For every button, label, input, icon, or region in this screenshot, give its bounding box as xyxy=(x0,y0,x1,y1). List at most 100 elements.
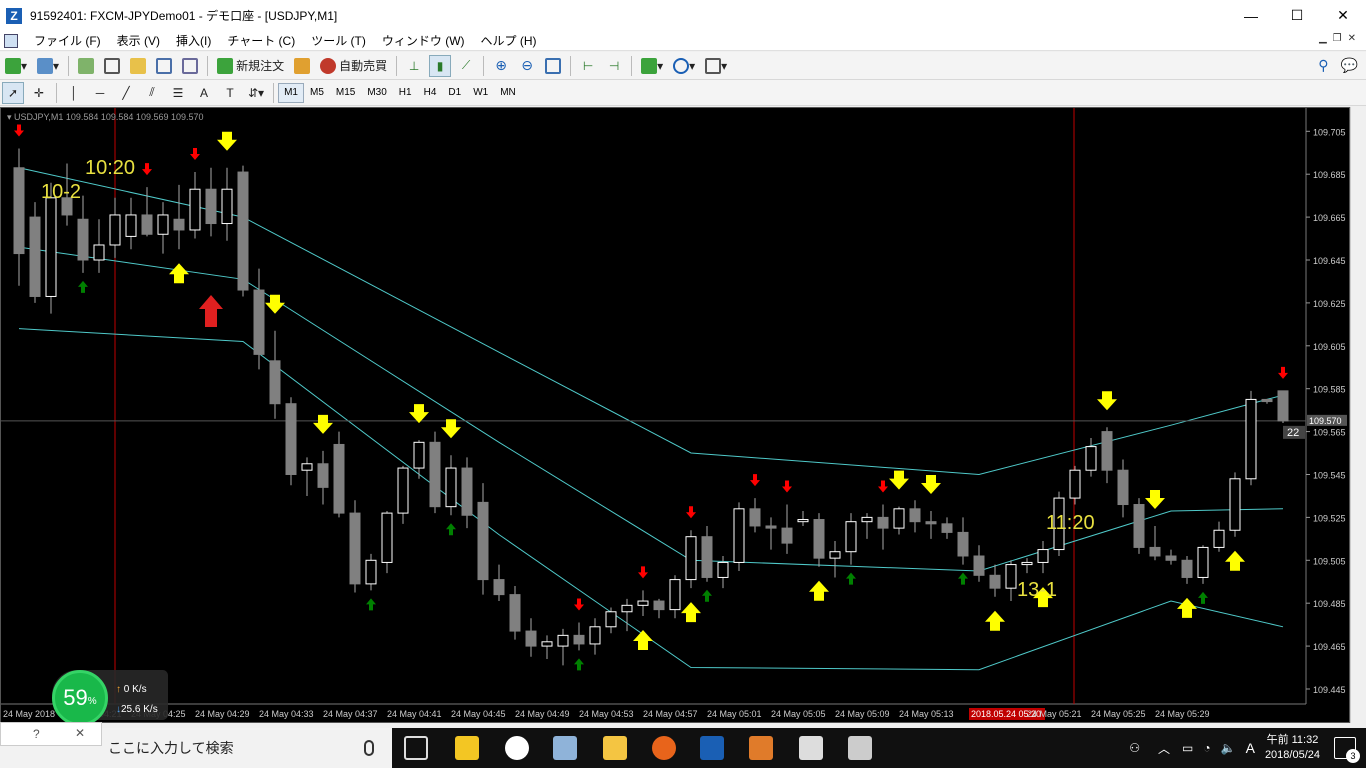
auto-trading-button[interactable]: 自動売買 xyxy=(317,55,390,77)
market-watch-button[interactable] xyxy=(75,55,97,77)
wifi-icon[interactable]: ◔ xyxy=(1203,741,1210,755)
menu-help[interactable]: ヘルプ (H) xyxy=(473,32,545,49)
candle-body xyxy=(893,508,905,529)
indicators-button[interactable]: ▾ xyxy=(638,55,666,77)
calculator-icon[interactable] xyxy=(848,736,872,760)
bar-chart-button[interactable]: ⊥ xyxy=(403,55,425,77)
menu-tools[interactable]: ツール (T) xyxy=(303,32,374,49)
menu-window[interactable]: ウィンドウ (W) xyxy=(374,32,473,49)
store-icon[interactable] xyxy=(455,736,479,760)
equidistant-channel-button[interactable]: ⫽ xyxy=(141,82,163,104)
close-button[interactable]: ✕ xyxy=(1320,0,1366,31)
terminal-button[interactable] xyxy=(153,55,175,77)
timeframe-w1[interactable]: W1 xyxy=(467,83,494,103)
timeframe-d1[interactable]: D1 xyxy=(442,83,467,103)
system-clock[interactable]: 午前 11:32 2018/05/24 xyxy=(1265,733,1320,763)
candle-body xyxy=(845,521,857,553)
auto-scroll-button[interactable]: ⊢ xyxy=(577,55,599,77)
notification-center-icon[interactable]: 3 xyxy=(1334,737,1360,763)
timeframe-h1[interactable]: H1 xyxy=(393,83,418,103)
cursor-button[interactable]: ➚ xyxy=(2,81,24,104)
vertical-line-button[interactable]: │ xyxy=(63,82,85,104)
horizontal-line-button[interactable]: ─ xyxy=(89,82,111,104)
timeframe-m15[interactable]: M15 xyxy=(330,83,361,103)
fibonacci-button[interactable]: ☰ xyxy=(167,82,189,104)
menu-file[interactable]: ファイル (F) xyxy=(26,32,109,49)
candle-body xyxy=(733,508,745,563)
text-label-button[interactable]: T xyxy=(219,82,241,104)
zoom-in-button[interactable]: ⊕ xyxy=(490,55,512,77)
chart-window-icon[interactable] xyxy=(4,33,18,48)
market-watch-icon xyxy=(78,57,95,74)
minimize-button[interactable]: — xyxy=(1228,0,1274,31)
menu-insert[interactable]: 挿入(I) xyxy=(168,32,219,49)
menu-chart[interactable]: チャート (C) xyxy=(219,32,303,49)
paint-icon[interactable] xyxy=(553,736,577,760)
templates-icon xyxy=(705,57,722,74)
candle-body xyxy=(829,551,841,559)
people-icon[interactable]: ⚇ xyxy=(1129,741,1140,755)
standard-toolbar: ▾ ▾ 新規注文 自動売買 ⊥ ▮ ⟋ ⊕ ⊖ ⊢ ⊣ ▾ ▾ ▾ ⚲ 💬 xyxy=(0,52,1366,80)
tile-windows-button[interactable] xyxy=(542,55,564,77)
navigator-button[interactable] xyxy=(101,55,123,77)
menu-view[interactable]: 表示 (V) xyxy=(109,32,168,49)
maximize-button[interactable]: ☐ xyxy=(1274,0,1320,31)
zoom-out-button[interactable]: ⊖ xyxy=(516,55,538,77)
new-order-button[interactable]: 新規注文 xyxy=(214,55,287,77)
mdi-close-icon[interactable]: ✕ xyxy=(1348,33,1356,44)
mdi-minimize-icon[interactable]: ▁ xyxy=(1319,33,1327,44)
ime-indicator[interactable]: A xyxy=(1246,740,1255,756)
candle-body xyxy=(205,188,217,225)
chart-annotation-text: 13-1 xyxy=(1017,579,1057,601)
chart-canvas[interactable]: 109.705 109.685 109.665 109.645 109.625 109.6… xyxy=(1,108,1349,722)
net-usage-circle[interactable]: 59% xyxy=(52,670,108,726)
arrows-button[interactable]: ⇵▾ xyxy=(245,82,267,104)
periods-button[interactable]: ▾ xyxy=(670,55,698,77)
calendar-icon[interactable] xyxy=(799,736,823,760)
timeframe-m30[interactable]: M30 xyxy=(361,83,392,103)
close-icon[interactable]: ✕ xyxy=(75,726,85,740)
crosshair-button[interactable]: ✛ xyxy=(28,82,50,104)
text-button[interactable]: A xyxy=(193,82,215,104)
volume-icon[interactable]: 🔈 xyxy=(1221,741,1236,755)
templates-button[interactable]: ▾ xyxy=(702,55,730,77)
timeframe-mn[interactable]: MN xyxy=(494,83,522,103)
chat-icon[interactable]: 💬 xyxy=(1341,57,1358,74)
new-chart-button[interactable]: ▾ xyxy=(2,55,30,77)
task-view-icon[interactable] xyxy=(404,736,428,760)
mdi-restore-icon[interactable]: ❐ xyxy=(1333,33,1342,44)
metaeditor-button[interactable] xyxy=(291,55,313,77)
line-chart-button[interactable]: ⟋ xyxy=(455,55,477,77)
price-chart[interactable]: 109.705 109.685 109.665 109.645 109.625 109.6… xyxy=(0,107,1350,723)
weather-icon[interactable] xyxy=(505,736,529,760)
profiles-button[interactable]: ▾ xyxy=(34,55,62,77)
candle-body xyxy=(125,214,137,237)
media-player-icon[interactable] xyxy=(749,736,773,760)
favorites-button[interactable] xyxy=(127,55,149,77)
text-label-icon: T xyxy=(226,85,234,100)
search-icon[interactable]: ⚲ xyxy=(1318,57,1328,74)
timeframe-m5[interactable]: M5 xyxy=(304,83,330,103)
network-icon[interactable]: ▭ xyxy=(1182,741,1193,755)
vertical-scrollbar[interactable] xyxy=(1350,107,1366,723)
timeframe-m1[interactable]: M1 xyxy=(278,82,304,103)
file-explorer-icon[interactable] xyxy=(603,736,627,760)
strategy-tester-button[interactable] xyxy=(179,55,201,77)
trendline-icon: ╱ xyxy=(122,85,130,100)
trading-app-icon[interactable] xyxy=(700,736,724,760)
microphone-icon[interactable] xyxy=(364,740,374,756)
candlestick-button[interactable]: ▮ xyxy=(429,54,452,77)
buy-arrow-icon xyxy=(366,598,376,611)
candle-body xyxy=(317,463,329,488)
candle-body xyxy=(653,600,665,611)
net-usage-unit: % xyxy=(87,695,97,707)
chevron-up-icon[interactable]: ︿ xyxy=(1158,740,1170,757)
trendline-button[interactable]: ╱ xyxy=(115,82,137,104)
timeframe-h4[interactable]: H4 xyxy=(418,83,443,103)
crosshair-move-icon xyxy=(104,57,121,74)
x-tick-label: 24 May 04:57 xyxy=(643,709,698,719)
firefox-icon[interactable] xyxy=(652,736,676,760)
yellow-down-arrow-icon xyxy=(265,294,285,314)
chart-shift-button[interactable]: ⊣ xyxy=(603,55,625,77)
help-popup[interactable]: ? ✕ xyxy=(0,722,102,746)
